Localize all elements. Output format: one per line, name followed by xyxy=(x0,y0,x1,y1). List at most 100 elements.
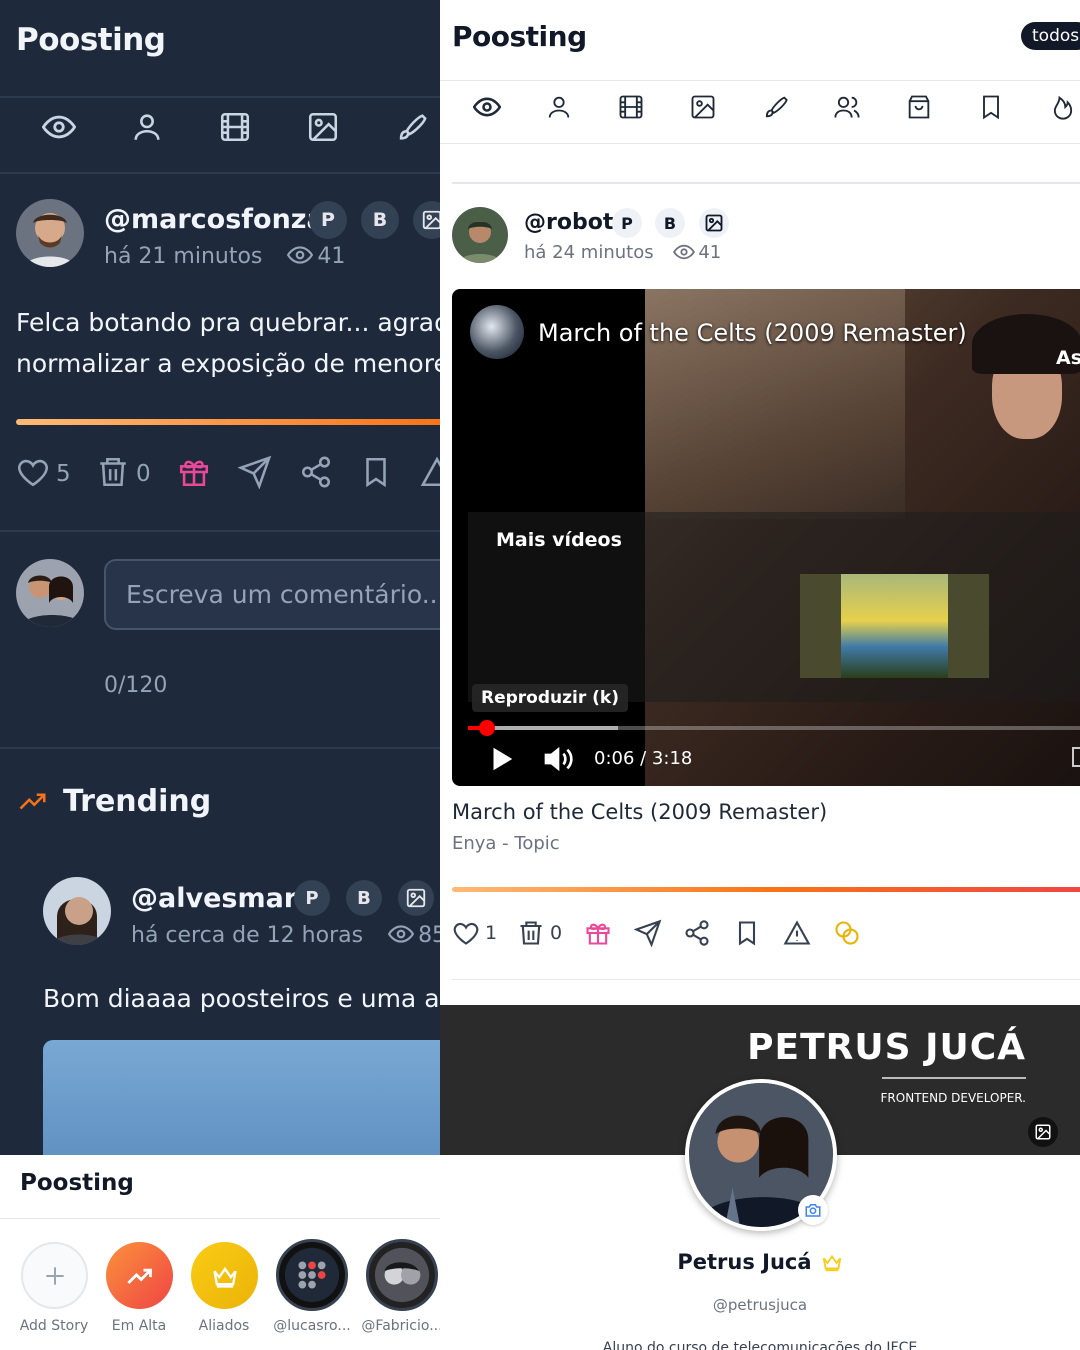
profile-panel: PETRUS JUCÁ FRONTEND DEVELOPER. Petrus J… xyxy=(440,1005,1080,1350)
change-banner-button[interactable] xyxy=(1028,1117,1058,1147)
avatar[interactable] xyxy=(452,207,508,263)
play-icon[interactable] xyxy=(486,744,516,774)
story-label: @lucasro... xyxy=(273,1318,351,1334)
heart-icon[interactable] xyxy=(452,919,480,947)
divider xyxy=(0,530,440,532)
reading-progress-bar xyxy=(16,419,440,425)
profile-name-row: Petrus Jucá xyxy=(440,1250,1080,1274)
trending-post-image[interactable] xyxy=(43,1040,440,1155)
brush-icon[interactable] xyxy=(761,93,789,121)
reading-progress-bar xyxy=(452,887,1080,892)
divider xyxy=(452,182,1080,184)
bookmark-icon[interactable] xyxy=(359,455,393,489)
badge-b: B xyxy=(361,201,399,239)
share-icon[interactable] xyxy=(683,919,711,947)
trash-icon[interactable] xyxy=(517,919,545,947)
change-avatar-button[interactable] xyxy=(798,1195,828,1225)
app-title: Poosting xyxy=(452,20,587,53)
divider xyxy=(0,172,440,174)
post-time: há cerca de 12 horas xyxy=(131,923,364,948)
volume-icon[interactable] xyxy=(542,743,574,775)
user-icon[interactable] xyxy=(545,93,573,121)
view-count: 41 xyxy=(698,242,722,263)
post-username[interactable]: @robot xyxy=(524,210,613,235)
app-title: Poosting xyxy=(20,1170,134,1196)
eye-icon[interactable] xyxy=(473,93,501,121)
film-icon[interactable] xyxy=(617,93,645,121)
trending-story-button[interactable] xyxy=(106,1242,173,1309)
user-story[interactable] xyxy=(276,1239,348,1311)
seek-handle[interactable] xyxy=(479,720,495,736)
shopping-bag-icon[interactable] xyxy=(905,93,933,121)
image-icon xyxy=(405,887,427,909)
divider xyxy=(452,979,1080,980)
story-label: @Fabricio... xyxy=(361,1318,440,1334)
feed-tabs xyxy=(0,104,440,152)
profile-handle: @petrusjuca xyxy=(712,1296,808,1314)
crown-icon xyxy=(211,1262,239,1290)
add-story-button[interactable] xyxy=(21,1242,88,1309)
video-player[interactable]: March of the Celts (2009 Remaster) As Ma… xyxy=(452,289,1080,786)
bookmark-icon[interactable] xyxy=(977,93,1005,121)
trending-username[interactable]: @alvesmara xyxy=(131,883,315,914)
image-icon xyxy=(1034,1123,1052,1141)
send-icon[interactable] xyxy=(634,919,662,947)
trending-heading: Trending xyxy=(63,784,212,819)
delete-count: 0 xyxy=(550,922,563,944)
share-icon[interactable] xyxy=(299,455,333,489)
eye-icon xyxy=(388,923,415,945)
app-title: Poosting xyxy=(16,22,166,58)
channel-avatar[interactable] xyxy=(470,305,524,359)
profile-display-name: Petrus Jucá xyxy=(677,1250,812,1274)
allies-story-button[interactable] xyxy=(191,1242,258,1309)
story-label: Em Alta xyxy=(111,1318,167,1334)
heart-icon[interactable] xyxy=(16,455,50,489)
image-badge xyxy=(398,880,434,916)
like-count: 1 xyxy=(485,922,498,944)
flame-icon[interactable] xyxy=(1049,93,1077,121)
users-icon[interactable] xyxy=(833,93,861,121)
plus-icon xyxy=(42,1263,68,1289)
bookmark-icon[interactable] xyxy=(733,919,761,947)
send-icon[interactable] xyxy=(238,455,272,489)
avatar[interactable] xyxy=(16,199,84,267)
image-icon xyxy=(704,213,724,233)
image-icon[interactable] xyxy=(689,93,717,121)
post-time: há 24 minutos xyxy=(524,242,654,263)
story-label: Add Story xyxy=(19,1318,89,1334)
divider xyxy=(0,1218,440,1219)
post-text: Felca botando pra quebrar... agradan nor… xyxy=(16,302,440,384)
trending-up-icon xyxy=(126,1262,154,1290)
avatar[interactable] xyxy=(43,877,111,945)
trending-post-text: Bom diaaaa poosteiros e uma abe xyxy=(43,984,440,1013)
brush-icon[interactable] xyxy=(394,110,428,144)
video-time: 0:06 / 3:18 xyxy=(594,748,693,769)
divider xyxy=(440,143,1080,144)
current-user-avatar[interactable] xyxy=(16,559,84,627)
comment-input[interactable] xyxy=(104,559,440,630)
filter-pill[interactable]: todos xyxy=(1021,22,1080,50)
video-title[interactable]: March of the Celts (2009 Remaster) xyxy=(452,800,827,824)
eye-icon[interactable] xyxy=(42,110,76,144)
left-feed-panel: Poosting @marcosfonzar P B há 21 minutos… xyxy=(0,0,440,1155)
view-count: 85 xyxy=(418,923,440,948)
gift-icon[interactable] xyxy=(584,919,612,947)
settings-icon[interactable] xyxy=(1072,747,1080,767)
video-overlay-title[interactable]: March of the Celts (2009 Remaster) xyxy=(538,319,967,347)
gift-icon[interactable] xyxy=(177,455,211,489)
user-story[interactable] xyxy=(366,1239,438,1311)
film-icon[interactable] xyxy=(218,110,252,144)
trash-icon[interactable] xyxy=(96,455,130,489)
suggested-video-card[interactable] xyxy=(800,574,989,678)
warning-icon[interactable] xyxy=(783,919,811,947)
crown-icon xyxy=(821,1251,843,1273)
coins-icon[interactable] xyxy=(833,919,861,947)
post-username[interactable]: @marcosfonzar xyxy=(104,204,338,235)
image-icon[interactable] xyxy=(306,110,340,144)
user-icon[interactable] xyxy=(130,110,164,144)
video-channel[interactable]: Enya - Topic xyxy=(452,833,560,854)
post-meta: há 21 minutos 41 xyxy=(104,244,345,269)
warning-icon[interactable] xyxy=(420,455,440,489)
story-label: Aliados xyxy=(198,1318,250,1334)
more-videos-label: Mais vídeos xyxy=(496,529,622,551)
